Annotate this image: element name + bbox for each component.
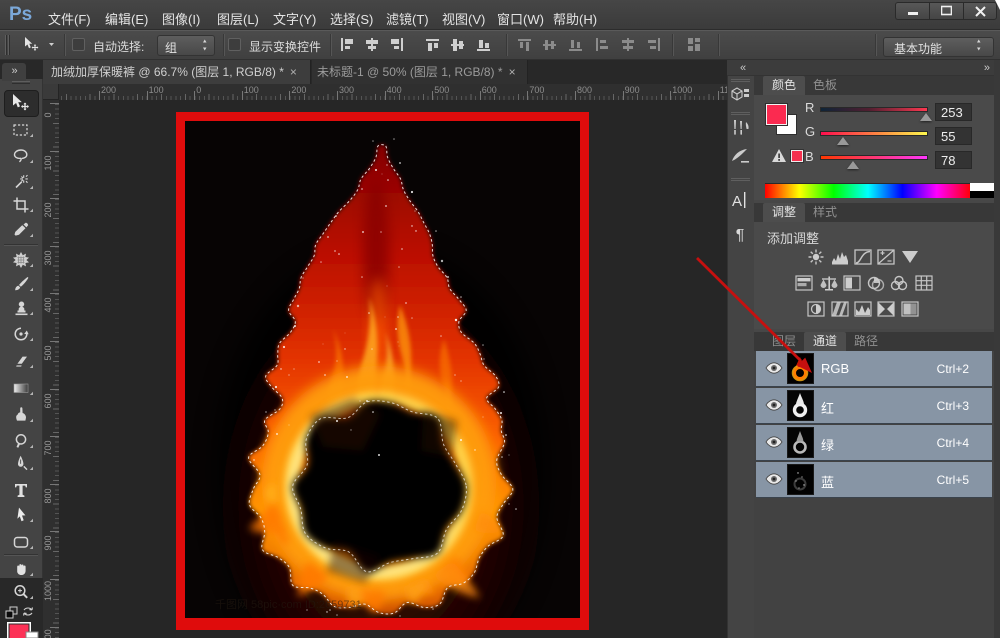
svg-text:千图网 58pic·com ID:2659731: 千图网 58pic·com ID:2659731	[215, 598, 362, 611]
svg-text:¶: ¶	[736, 227, 745, 244]
svg-text:A: A	[732, 193, 742, 210]
